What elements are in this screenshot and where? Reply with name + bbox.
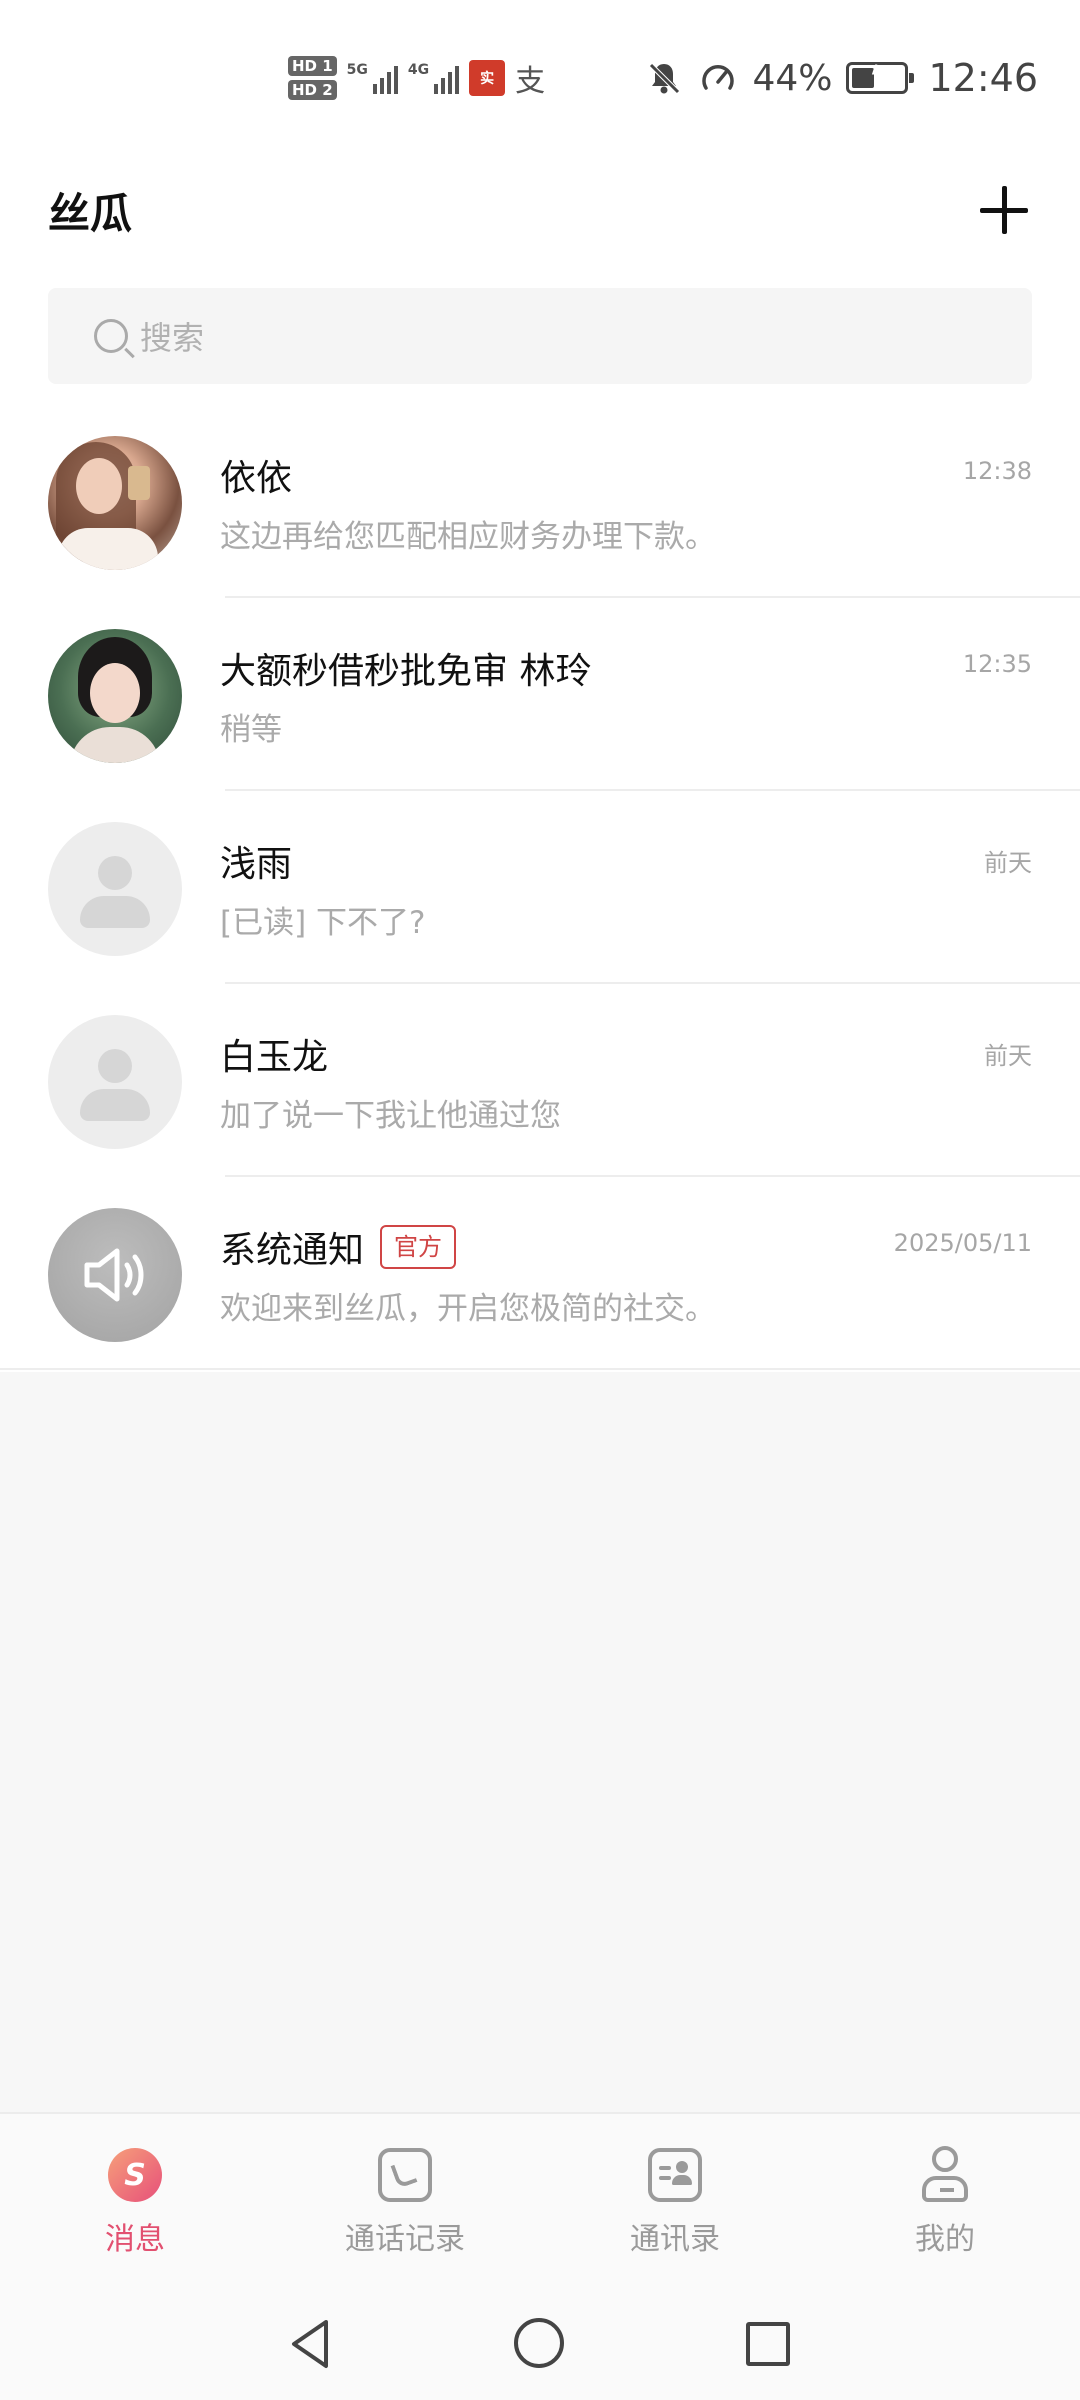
default-avatar-icon: [48, 1015, 182, 1149]
chat-name-row: 系统通知 官方: [220, 1221, 457, 1273]
page-title: 丝瓜: [48, 189, 133, 238]
battery-percent: 44%: [752, 57, 833, 99]
default-avatar-icon: [48, 822, 182, 956]
hd-indicators: HD 1 HD 2: [288, 56, 337, 100]
signal-4g-icon: 4G: [408, 62, 460, 94]
chat-list: 依依 这边再给您匹配相应财务办理下款。 12:38 大额秒借秒批免审 林玲 稍等…: [0, 405, 1080, 1370]
tab-label: 消息: [105, 2222, 165, 2257]
chat-preview: 加了说一下我让他通过您: [220, 1098, 561, 1134]
home-icon[interactable]: [510, 2314, 570, 2374]
battery-icon: ϟ: [846, 61, 915, 94]
profile-icon: [916, 2146, 974, 2204]
chat-name: 浅雨: [220, 844, 293, 885]
system-nav-bar: [0, 2284, 1080, 2400]
hd-2-icon: HD 2: [288, 80, 337, 100]
app-header: 丝瓜: [0, 160, 1080, 260]
chat-item[interactable]: 依依 这边再给您匹配相应财务办理下款。 12:38: [0, 405, 1080, 598]
notification-app-icon: 实: [469, 60, 506, 96]
chat-time: 前天: [984, 849, 1032, 877]
recent-apps-icon[interactable]: [738, 2314, 798, 2374]
hd-1-icon: HD 1: [288, 56, 337, 76]
bell-muted-icon: [649, 63, 681, 94]
status-left: HD 1 HD 2 5G 4G 实 支: [288, 48, 545, 108]
status-bar: HD 1 HD 2 5G 4G 实 支 44% ϟ 12:46: [0, 0, 1080, 140]
chat-time: 2025/05/11: [893, 1229, 1032, 1257]
chat-time: 12:35: [962, 650, 1032, 678]
chat-name: 系统通知: [220, 1230, 365, 1271]
avatar: [48, 436, 182, 570]
alipay-icon: 支: [515, 64, 546, 99]
tab-label: 我的: [915, 2222, 975, 2257]
add-button[interactable]: [972, 178, 1036, 242]
chat-name: 依依: [220, 458, 293, 499]
official-badge: 官方: [380, 1225, 457, 1269]
signal-5g-icon: 5G: [347, 62, 398, 94]
contacts-icon: [646, 2146, 704, 2204]
chat-item[interactable]: 系统通知 官方 欢迎来到丝瓜，开启您极简的社交。 2025/05/11: [0, 1177, 1080, 1370]
message-icon: S: [106, 2146, 164, 2204]
chat-time: 前天: [984, 1042, 1032, 1070]
call-log-icon: [376, 2146, 434, 2204]
status-time: 12:46: [928, 56, 1038, 100]
chat-preview: 这边再给您匹配相应财务办理下款。: [220, 519, 716, 555]
tab-contacts[interactable]: 通讯录: [540, 2114, 810, 2284]
search-placeholder: 搜索: [140, 319, 205, 357]
chat-time: 12:38: [962, 457, 1032, 485]
tab-label: 通话记录: [345, 2222, 465, 2257]
chat-name: 白玉龙: [220, 1037, 329, 1078]
chat-preview: [已读] 下不了?: [220, 905, 426, 941]
chat-item[interactable]: 白玉龙 加了说一下我让他通过您 前天: [0, 984, 1080, 1177]
chat-preview: 欢迎来到丝瓜，开启您极简的社交。: [220, 1291, 716, 1327]
tab-messages[interactable]: S 消息: [0, 2114, 270, 2284]
charging-icon: ϟ: [869, 61, 886, 89]
avatar: [48, 629, 182, 763]
back-icon[interactable]: [282, 2314, 342, 2374]
divider: [0, 1368, 1080, 1370]
chat-name: 大额秒借秒批免审 林玲: [220, 651, 592, 692]
tab-profile[interactable]: 我的: [810, 2114, 1080, 2284]
search-input[interactable]: 搜索: [48, 288, 1032, 384]
chat-preview: 稍等: [220, 712, 282, 748]
chat-item[interactable]: 大额秒借秒批免审 林玲 稍等 12:35: [0, 598, 1080, 791]
search-icon: [94, 319, 128, 353]
speed-gauge-icon: [702, 65, 735, 90]
bottom-tab-bar: S 消息 通话记录 通讯录 我的: [0, 2112, 1080, 2284]
tab-call-log[interactable]: 通话记录: [270, 2114, 540, 2284]
speaker-icon: [48, 1208, 182, 1342]
status-right: 44% ϟ 12:46: [644, 50, 1038, 106]
chat-item[interactable]: 浅雨 [已读] 下不了? 前天: [0, 791, 1080, 984]
tab-label: 通讯录: [630, 2222, 720, 2257]
